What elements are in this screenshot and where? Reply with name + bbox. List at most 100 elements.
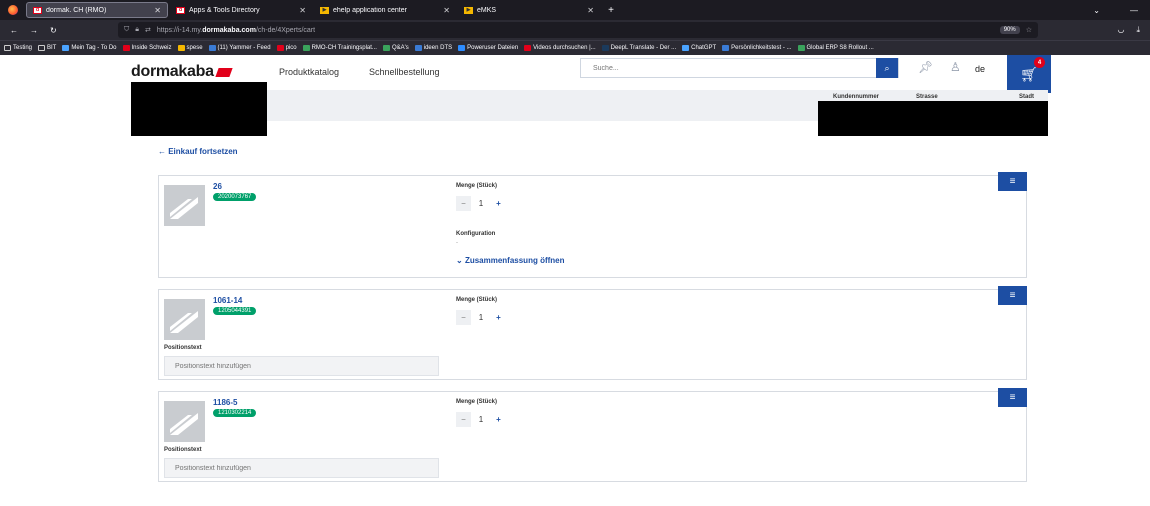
open-summary-link[interactable]: ⌄ Zusammenfassung öffnen	[456, 256, 565, 265]
chevron-down-icon: ⌄	[456, 256, 465, 265]
product-image-placeholder	[164, 185, 205, 226]
bookmark-item[interactable]: DeepL Translate - Der ...	[601, 45, 676, 51]
search-input[interactable]	[581, 64, 876, 72]
bookmark-item[interactable]: ideen DTS	[414, 45, 452, 51]
back-arrow-icon[interactable]: ←	[10, 26, 18, 35]
pin-icon[interactable]: 📌︎	[918, 60, 933, 74]
browser-nav-bar: ← → ↻ ⛉ 🔒︎ ⇄ https://i-14.my.dormakaba.c…	[0, 20, 1150, 40]
dormakaba-favicon-icon: d	[33, 6, 42, 14]
customer-column-header: Kundennummer	[833, 94, 880, 100]
logo-mark-icon	[215, 67, 233, 77]
decrement-button[interactable]: −	[456, 411, 471, 427]
browser-tab[interactable]: ▶ eMKS ✕	[458, 2, 600, 18]
search-button[interactable]: ⌕	[876, 58, 898, 78]
url-bar[interactable]: ⛉ 🔒︎ ⇄ https://i-14.my.dormakaba.com/ch-…	[118, 22, 1038, 38]
increment-button[interactable]: +	[491, 310, 506, 325]
tab-title: dormak. CH (RMO)	[46, 6, 107, 14]
quantity-value[interactable]: 1	[471, 415, 491, 424]
position-text-label: Positionstext	[164, 447, 202, 453]
bookmark-item[interactable]: Q&A's	[382, 45, 409, 51]
tab-title: Apps & Tools Directory	[189, 6, 260, 14]
quantity-value[interactable]: 1	[471, 199, 491, 208]
decrement-button[interactable]: −	[456, 309, 471, 325]
forward-arrow-icon[interactable]: →	[30, 26, 38, 35]
cart-item: 1061-14 1205044391 Menge (Stück) − 1 + ≡…	[158, 286, 1027, 380]
zoom-level[interactable]: 90%	[999, 26, 1020, 34]
cart-count-badge: 4	[1034, 57, 1045, 68]
item-menu-button[interactable]: ≡	[998, 286, 1027, 305]
emks-favicon-icon: ▶	[464, 6, 473, 14]
search-icon: ⌕	[884, 62, 890, 73]
item-name[interactable]: 26	[213, 182, 222, 191]
close-tab-icon[interactable]: ✕	[154, 6, 161, 15]
bookmark-item[interactable]: ChatGPT	[682, 45, 716, 51]
quantity-label: Menge (Stück)	[456, 297, 498, 303]
bookmark-item[interactable]: Videos durchsuchen |...	[524, 45, 596, 51]
item-name[interactable]: 1186-5	[213, 398, 237, 407]
bookmark-item[interactable]: spese	[177, 45, 203, 51]
redacted-block	[131, 82, 267, 136]
bookmark-star-icon[interactable]: ☆	[1026, 26, 1032, 34]
bookmark-item[interactable]: Testing	[4, 45, 32, 51]
bookmark-item[interactable]: Poweruser Dateien	[458, 45, 518, 51]
item-menu-button[interactable]: ≡	[998, 388, 1027, 407]
decrement-button[interactable]: −	[456, 195, 471, 211]
item-menu-button[interactable]: ≡	[998, 172, 1027, 191]
reload-icon[interactable]: ↻	[50, 26, 57, 35]
bookmark-item[interactable]: BIT	[38, 45, 56, 51]
tab-title: eMKS	[477, 6, 497, 14]
dormakaba-favicon-icon: d	[176, 6, 185, 14]
bookmark-item[interactable]: Inside Schweiz	[122, 45, 172, 51]
new-tab-icon[interactable]: +	[602, 5, 620, 16]
cart-page: dormakaba Produktkatalog Schnellbestellu…	[0, 55, 1150, 506]
dormakaba-logo[interactable]: dormakaba	[131, 63, 233, 81]
redacted-block	[818, 101, 1048, 136]
item-sku-badge: 1205044391	[213, 307, 257, 315]
hamburger-icon: ≡	[1009, 290, 1016, 301]
pocket-icon[interactable]: ◡	[1117, 25, 1124, 35]
close-tab-icon[interactable]: ✕	[443, 6, 450, 15]
bookmark-item[interactable]: pico	[276, 45, 297, 51]
item-name[interactable]: 1061-14	[213, 296, 242, 305]
search-box: ⌕	[580, 58, 899, 78]
position-text-input[interactable]	[164, 458, 439, 478]
url-text: https://i-14.my.dormakaba.com/ch-de/4Xpe…	[156, 26, 316, 34]
increment-button[interactable]: +	[491, 196, 506, 211]
item-sku-badge: 1210302214	[213, 409, 257, 417]
quantity-stepper: − 1 +	[456, 309, 513, 325]
bookmark-item[interactable]: RMO-CH Trainingsplat...	[302, 45, 377, 51]
increment-button[interactable]: +	[491, 412, 506, 427]
lock-icon[interactable]: 🔒︎	[135, 26, 139, 34]
customer-column-header: Stadt	[1019, 94, 1034, 100]
language-selector[interactable]: de	[975, 64, 985, 74]
browser-tab[interactable]: d dormak. CH (RMO) ✕	[26, 2, 168, 18]
cart-button[interactable]: 🛒︎ 4	[1007, 55, 1051, 93]
nav-schnellbestellung[interactable]: Schnellbestellung	[369, 67, 440, 77]
customer-column-header: Strasse	[916, 94, 938, 100]
ehelp-favicon-icon: ▶	[320, 6, 329, 14]
bookmark-item[interactable]: Mein Tag - To Do	[62, 45, 117, 51]
position-text-input[interactable]	[164, 356, 439, 376]
bookmark-item[interactable]: (11) Yammer - Feed	[208, 45, 271, 51]
firefox-icon[interactable]	[0, 5, 26, 15]
cart-icon: 🛒︎	[1020, 65, 1038, 82]
permissions-icon[interactable]: ⇄	[145, 26, 151, 34]
hamburger-icon: ≡	[1009, 392, 1016, 403]
quantity-label: Menge (Stück)	[456, 399, 498, 405]
bookmark-item[interactable]: Global ERP S8 Rollout ...	[797, 45, 874, 51]
item-sku-badge: 2020073767	[213, 193, 257, 201]
download-icon[interactable]: ⤓	[1136, 25, 1140, 35]
tab-list-icon[interactable]: ⌄	[1093, 6, 1100, 15]
nav-produktkatalog[interactable]: Produktkatalog	[279, 67, 339, 77]
configuration-value: -	[456, 240, 458, 246]
browser-tab[interactable]: d Apps & Tools Directory ✕	[170, 2, 312, 18]
quantity-value[interactable]: 1	[471, 313, 491, 322]
user-icon[interactable]: ♙	[950, 60, 961, 74]
close-tab-icon[interactable]: ✕	[587, 6, 594, 15]
close-tab-icon[interactable]: ✕	[299, 6, 306, 15]
continue-shopping-link[interactable]: ← Einkauf fortsetzen	[158, 147, 238, 156]
browser-tab[interactable]: ▶ ehelp application center ✕	[314, 2, 456, 18]
bookmark-item[interactable]: Persönlichkeitstest - ...	[722, 45, 792, 51]
minimize-icon[interactable]: —	[1130, 6, 1138, 15]
shield-icon[interactable]: ⛉	[124, 26, 129, 34]
